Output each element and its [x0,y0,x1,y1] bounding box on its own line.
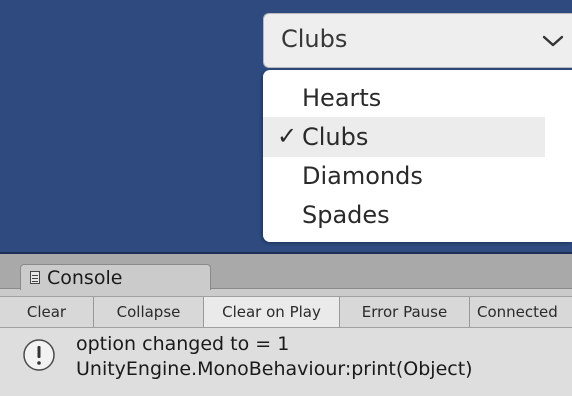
tab-console[interactable]: Console [20,264,211,290]
console-tab-bar: Console [0,254,572,290]
chevron-down-icon [542,35,564,47]
menu-option-label: Clubs [302,123,369,151]
log-stacktrace[interactable]: UnityEngine.MonoBehaviour:print(Object) [76,358,473,380]
console-log-list: option changed to = 1 UnityEngine.MonoBe… [0,328,572,396]
menu-option-clubs[interactable]: ✓ Clubs [263,117,545,157]
dropdown-menu: Hearts ✓ Clubs Diamonds Spades [263,70,572,242]
log-message[interactable]: option changed to = 1 [76,333,289,355]
suit-dropdown[interactable]: Clubs [263,13,572,68]
menu-option-label: Diamonds [302,162,423,190]
console-toolbar: Clear Collapse Clear on Play Error Pause… [0,296,572,328]
checkmark-icon: ✓ [277,122,298,150]
game-view: Clubs Hearts ✓ Clubs Diamonds Spades [0,0,572,254]
menu-option-spades[interactable]: Spades [263,195,545,235]
menu-option-label: Hearts [302,84,382,112]
clear-button[interactable]: Clear [0,297,94,327]
tab-console-label: Console [47,267,123,289]
error-pause-toggle[interactable]: Error Pause [340,297,470,327]
menu-option-label: Spades [302,201,390,229]
collapse-button[interactable]: Collapse [94,297,204,327]
menu-option-diamonds[interactable]: Diamonds [263,156,545,196]
info-icon [23,339,55,371]
dropdown-selected-label: Clubs [281,25,348,53]
clear-on-play-toggle[interactable]: Clear on Play [204,297,340,327]
console-icon [30,271,40,284]
connected-dropdown[interactable]: Connected [470,297,572,327]
menu-option-hearts[interactable]: Hearts [263,78,545,118]
